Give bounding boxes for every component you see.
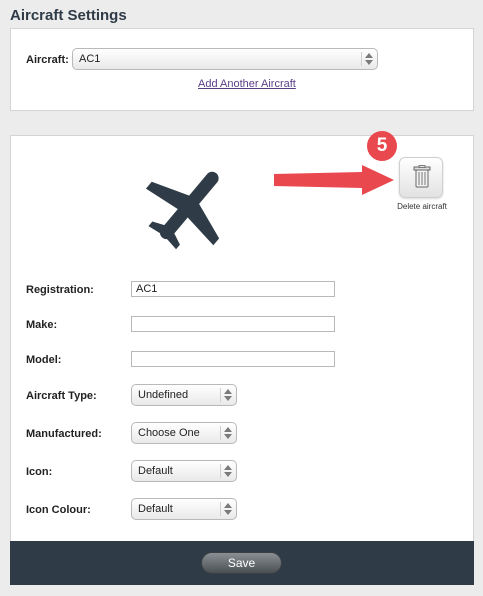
updown-arrows-icon [220, 464, 233, 478]
updown-arrows-icon [220, 502, 233, 516]
make-field[interactable] [131, 316, 335, 332]
updown-arrows-icon [361, 52, 374, 66]
aircraft-type-label: Aircraft Type: [26, 390, 97, 402]
red-arrow-icon [274, 165, 394, 195]
aircraft-select[interactable]: AC1 [72, 48, 378, 70]
model-field[interactable] [131, 351, 335, 367]
updown-arrows-icon [220, 388, 233, 402]
aircraft-type-value: Undefined [138, 389, 189, 401]
registration-label: Registration: [26, 284, 94, 296]
step-number-badge: 5 [367, 131, 397, 161]
add-another-aircraft-link[interactable]: Add Another Aircraft [198, 78, 296, 90]
aircraft-label: Aircraft: [26, 54, 69, 66]
trash-icon [413, 165, 431, 188]
updown-arrows-icon [220, 426, 233, 440]
delete-aircraft-caption: Delete aircraft [397, 202, 447, 211]
save-button[interactable]: Save [201, 552, 282, 574]
manufactured-value: Choose One [138, 427, 200, 439]
page-title: Aircraft Settings [10, 7, 127, 24]
icon-select[interactable]: Default [131, 460, 237, 482]
registration-field[interactable] [131, 281, 335, 297]
delete-aircraft-button[interactable] [399, 157, 443, 198]
aircraft-type-select[interactable]: Undefined [131, 384, 237, 406]
make-label: Make: [26, 319, 58, 331]
model-label: Model: [26, 354, 62, 366]
icon-label: Icon: [26, 466, 53, 478]
icon-colour-value: Default [138, 503, 173, 515]
icon-select-value: Default [138, 465, 173, 477]
icon-colour-label: Icon Colour: [26, 504, 91, 516]
icon-colour-select[interactable]: Default [131, 498, 237, 520]
manufactured-label: Manufactured: [26, 428, 102, 440]
airplane-icon [145, 171, 220, 250]
aircraft-select-value: AC1 [79, 53, 101, 65]
manufactured-select[interactable]: Choose One [131, 422, 237, 444]
